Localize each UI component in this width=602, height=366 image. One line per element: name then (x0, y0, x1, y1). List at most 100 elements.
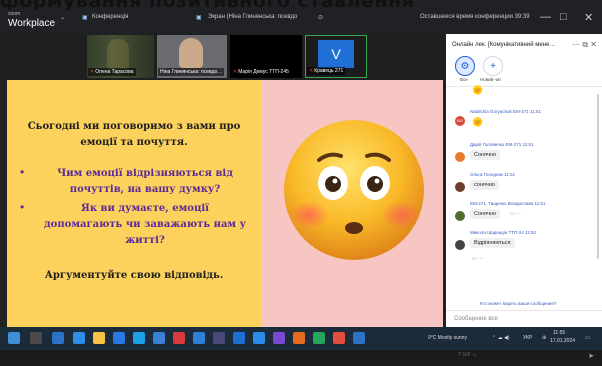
powerpoint-icon[interactable] (293, 332, 305, 344)
avatar (455, 182, 465, 192)
chat-message-emoji: 🌞 (472, 85, 484, 95)
chat-message-sender: Ольга Голодник 11:51 (470, 172, 516, 177)
chat-format-icons[interactable]: T GIF ☺ (458, 352, 477, 358)
mic-muted-icon: ✕ (90, 69, 95, 75)
app-icon[interactable] (173, 332, 185, 344)
slide-intro-line2: емоції та почуття. (80, 137, 188, 148)
chat-divider (446, 86, 602, 87)
tab-screen[interactable]: Экран (Ніна Глинянська: псевдо (208, 14, 297, 20)
chat-toolbar: T GIF ☺ ➤ (446, 350, 602, 366)
shared-screen: Сьогодні ми поговоримо з вами про емоції… (0, 80, 446, 361)
bullet-marker: • (20, 165, 25, 179)
mic-muted-icon: ✕ (309, 68, 314, 74)
notifications-icon[interactable]: ▭ (585, 335, 590, 341)
screen-share-icon: ▣ (196, 15, 202, 21)
app-icon[interactable] (333, 332, 345, 344)
chat-header-icons[interactable]: ⋯ ⧉ ✕ (572, 40, 597, 50)
participant-name: ✕Марія Демус ТТП-245 (231, 68, 291, 76)
slide-question1-line2: почуттів, на вашу думку? (69, 184, 221, 195)
participant-tile[interactable]: Ніна Глинянська: псевдо… (157, 35, 227, 78)
app-icon[interactable] (233, 332, 245, 344)
slide-question1-line1: Чим емоції відрізняються від (57, 168, 233, 179)
meeting-time-left: Оставшееся время конференции 39:39 (420, 14, 530, 20)
chat-message-text: Відріяняються (470, 238, 515, 248)
send-icon[interactable]: ➤ (588, 352, 594, 360)
tray-icons[interactable]: ⌃ ☁ ◀) (492, 335, 509, 341)
next-slide-arrow-icon[interactable]: → (428, 352, 436, 361)
start-icon[interactable] (8, 332, 20, 344)
network-icon[interactable]: ⊕ (542, 335, 546, 341)
app-icon[interactable] (273, 332, 285, 344)
overlay-caption: формування позитивного ставлення (0, 0, 602, 10)
zoom-logo: zoom Workplace (8, 10, 56, 29)
avatar (455, 240, 465, 250)
chat-message-sender: Natalchia Goryachuk EM-271 11:51 (470, 109, 541, 114)
chat-message-text: Сонячно (470, 150, 501, 160)
search-icon[interactable] (30, 332, 42, 344)
app-icon[interactable] (213, 332, 225, 344)
new-chat-icon[interactable]: + (483, 56, 503, 76)
store-icon[interactable] (133, 332, 145, 344)
zoom-logo-big: Workplace (8, 18, 56, 29)
chat-filter-all-icon[interactable]: ⚙ (455, 56, 475, 76)
clock-date[interactable]: 17.01.2024 (550, 338, 575, 344)
slide-question2-line3: житті? (125, 235, 165, 246)
chat-message-emoji: 🌞 (472, 117, 484, 127)
message-actions-icon[interactable]: ▭ ⋯ (472, 256, 483, 262)
app-icon[interactable] (313, 332, 325, 344)
maximize-button[interactable]: □ (560, 11, 567, 23)
mic-muted-icon: ✕ (233, 69, 238, 75)
chat-filter-all-label: Все (460, 77, 468, 82)
new-chat-label: Новий чат (480, 77, 502, 82)
windows-taskbar: 9°C Mostly sunny ⌃ ☁ ◀) УКР ⊕ 11:55 17.0… (0, 327, 602, 350)
tab-status-icon: ⊙ (318, 15, 324, 21)
weather-widget[interactable]: 9°C Mostly sunny (428, 335, 467, 341)
chat-input-divider (446, 310, 602, 311)
slide-image-panel (261, 80, 443, 327)
app-icon[interactable] (353, 332, 365, 344)
chat-message-text: Сонячно (470, 209, 501, 219)
app-icon[interactable] (153, 332, 165, 344)
clock-time[interactable]: 11:55 (553, 330, 565, 336)
slide-question2-line2: допомагають чи заважають нам у (44, 219, 246, 230)
flushed-face-emoji-icon (284, 120, 424, 260)
slide-intro-line1: Сьогодні ми поговоримо з вами про (27, 121, 241, 132)
participant-tile[interactable]: ✕Марія Демус ТТП-245 (230, 35, 302, 78)
chat-message-text: сонячно (470, 180, 499, 190)
bullet-marker: • (20, 200, 25, 214)
close-button[interactable]: ✕ (584, 11, 593, 24)
language-indicator[interactable]: УКР (523, 335, 532, 341)
app-icon[interactable] (193, 332, 205, 344)
avatar (455, 211, 465, 221)
participant-name: ✕Кравець 271 (307, 67, 346, 75)
conference-icon: ▣ (82, 15, 88, 21)
chat-message-sender: Дарія Головенко ЕМ-271 11:51 (470, 142, 534, 147)
chat-panel: Онлайн лек. [Комунікативний мене… ⋯ ⧉ ✕ … (446, 34, 602, 360)
chat-message-sender: ЕМ-271, Тищенко Владислава 11:51 (470, 201, 546, 206)
file-explorer-icon[interactable] (93, 332, 105, 344)
slide-closing: Аргументуйте свою відповідь. (44, 270, 224, 281)
chevron-down-icon[interactable]: ⌄ (60, 14, 65, 21)
zoom-taskbar-icon[interactable] (253, 332, 265, 344)
chat-message-input[interactable]: Сообщение все (454, 316, 498, 322)
chat-message-sender: Микола Шарандін ТТП-24 11:52 (470, 230, 536, 235)
task-view-icon[interactable] (52, 332, 64, 344)
participant-tile-active[interactable]: V ✕Кравець 271 (305, 35, 367, 78)
participant-tile[interactable]: ✕Олена Тарасова (87, 35, 154, 78)
participant-video (179, 38, 203, 68)
participant-name: ✕Олена Тарасова (88, 68, 136, 76)
tab-conference[interactable]: Конференція (92, 14, 128, 20)
avatar (455, 152, 465, 162)
participant-name: Ніна Глинянська: псевдо… (158, 68, 225, 76)
slide-question2-line1: Як ви думаєте, емоції (81, 203, 209, 214)
mail-icon[interactable] (113, 332, 125, 344)
reply-icon[interactable]: ▭ ⋯ (510, 211, 521, 217)
edge-icon[interactable] (73, 332, 85, 344)
participant-strip: ✕Олена Тарасова Ніна Глинянська: псевдо…… (0, 34, 446, 80)
chat-scrollbar[interactable] (597, 94, 599, 259)
minimize-button[interactable]: — (540, 11, 551, 23)
participant-avatar: V (318, 40, 354, 68)
avatar: NG (455, 116, 465, 126)
chat-visibility-notice[interactable]: Кто может видеть ваши сообщения? (480, 301, 556, 306)
chat-title: Онлайн лек. [Комунікативний мене… (452, 42, 556, 48)
